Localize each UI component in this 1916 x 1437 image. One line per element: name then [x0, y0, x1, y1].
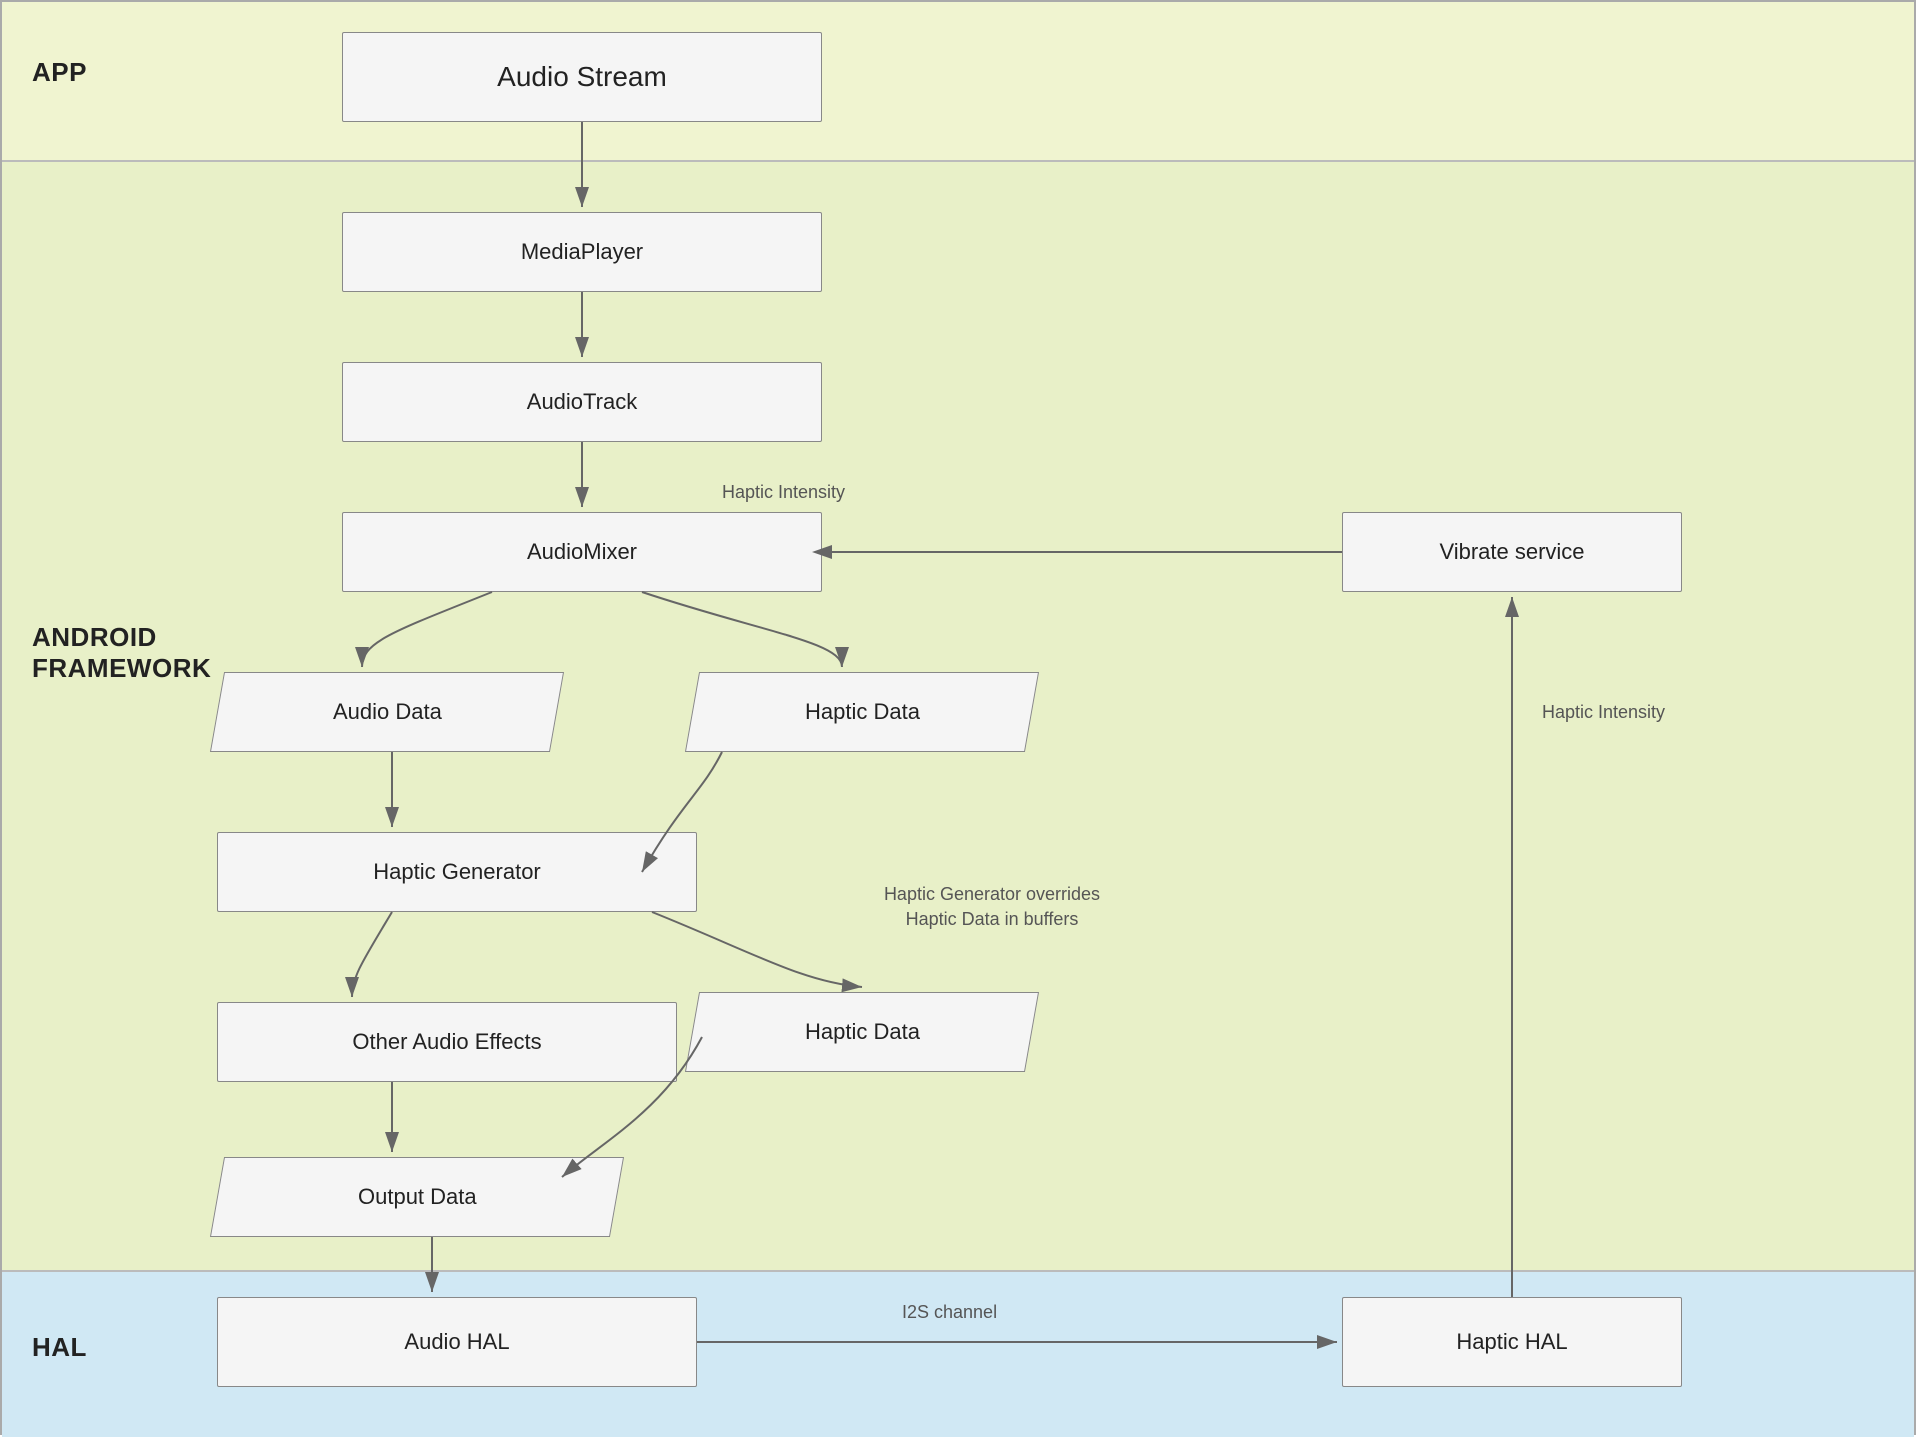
box-output-data: Output Data	[210, 1157, 624, 1237]
box-other-audio-effects: Other Audio Effects	[217, 1002, 677, 1082]
box-audio-stream: Audio Stream	[342, 32, 822, 122]
box-media-player: MediaPlayer	[342, 212, 822, 292]
box-haptic-data-2: Haptic Data	[685, 992, 1039, 1072]
label-framework: ANDROID FRAMEWORK	[32, 622, 211, 684]
box-audio-data: Audio Data	[210, 672, 564, 752]
section-app	[2, 2, 1914, 162]
box-audio-mixer: AudioMixer	[342, 512, 822, 592]
label-hal: HAL	[32, 1332, 87, 1363]
box-haptic-hal: Haptic HAL	[1342, 1297, 1682, 1387]
label-app: APP	[32, 57, 87, 88]
label-haptic-generator-overrides: Haptic Generator overridesHaptic Data in…	[842, 882, 1142, 932]
box-audio-hal: Audio HAL	[217, 1297, 697, 1387]
box-haptic-generator: Haptic Generator	[217, 832, 697, 912]
label-i2s-channel: I2S channel	[902, 1302, 997, 1323]
box-haptic-data-1: Haptic Data	[685, 672, 1039, 752]
diagram-container: APP ANDROID FRAMEWORK HAL Audio Stream M…	[0, 0, 1916, 1435]
box-audio-track: AudioTrack	[342, 362, 822, 442]
box-vibrate-service: Vibrate service	[1342, 512, 1682, 592]
label-haptic-intensity-right: Haptic Intensity	[1542, 702, 1665, 723]
label-haptic-intensity-top: Haptic Intensity	[722, 482, 845, 503]
